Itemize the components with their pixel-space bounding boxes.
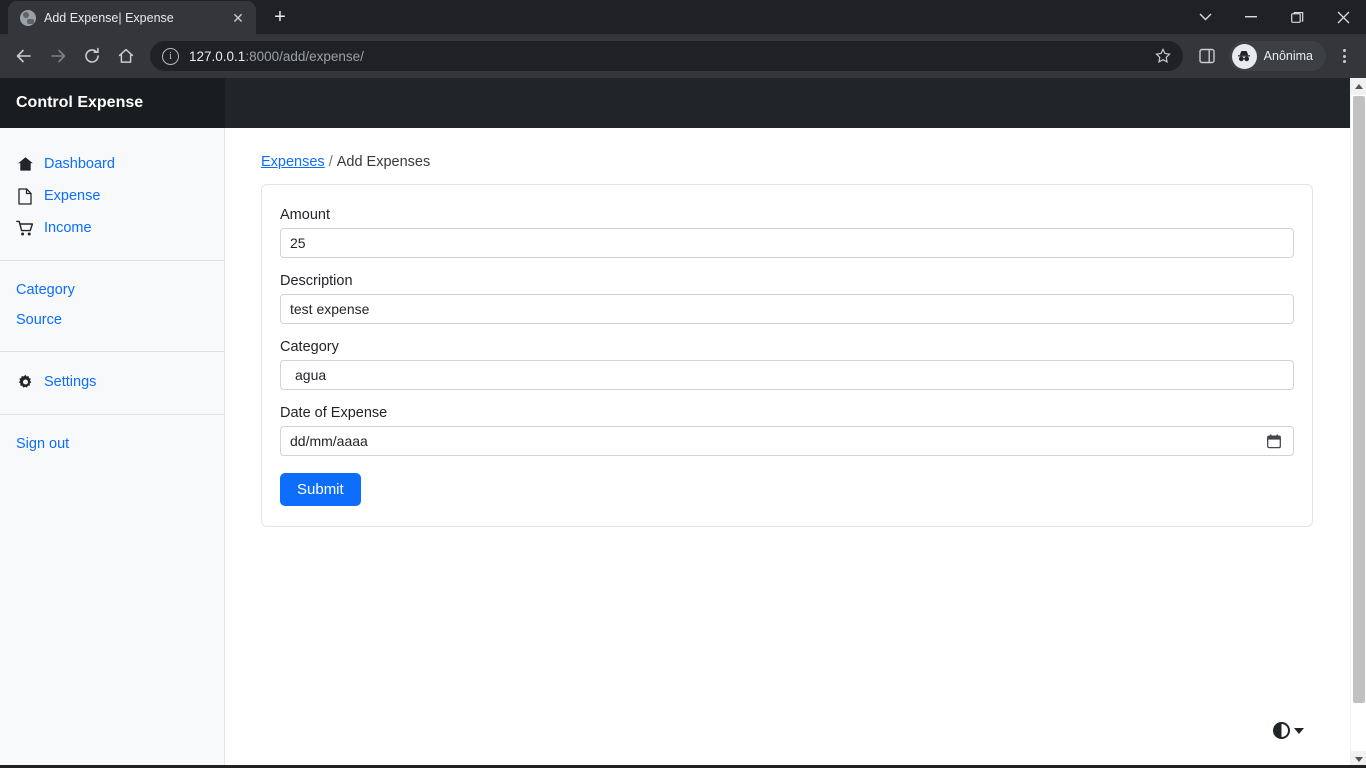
- incognito-icon: [1231, 43, 1257, 69]
- incognito-profile-button[interactable]: Anônima: [1228, 41, 1326, 71]
- home-icon[interactable]: [110, 40, 142, 72]
- sidebar-item-label: Expense: [44, 188, 101, 204]
- contrast-circle-icon[interactable]: [1273, 722, 1290, 739]
- field-amount: Amount 25: [280, 207, 1294, 258]
- side-panel-icon[interactable]: [1191, 40, 1223, 72]
- sidebar-item-dashboard[interactable]: Dashboard: [0, 148, 224, 180]
- submit-button[interactable]: Submit: [280, 473, 361, 506]
- address-bar[interactable]: i 127.0.0.1:8000/add/expense/: [150, 41, 1183, 71]
- amount-label: Amount: [280, 207, 330, 223]
- file-icon: [16, 187, 34, 205]
- tab-search-button[interactable]: [1182, 0, 1228, 34]
- field-date-of-expense: Date of Expense dd/mm/aaaa: [280, 405, 1294, 456]
- sidebar: Dashboard Expense Income Category Source…: [0, 128, 225, 765]
- arrow-left-icon[interactable]: [8, 40, 40, 72]
- field-category: Category agua: [280, 339, 1294, 390]
- minimize-button[interactable]: [1228, 0, 1274, 34]
- new-tab-button[interactable]: +: [266, 3, 294, 31]
- scrollbar-up-arrow[interactable]: [1351, 78, 1366, 95]
- browser-toolbar: i 127.0.0.1:8000/add/expense/ Anônima: [0, 34, 1366, 78]
- sidebar-item-income[interactable]: Income: [0, 212, 224, 244]
- breadcrumb: Expenses / Add Expenses: [261, 154, 1314, 170]
- sidebar-item-expense[interactable]: Expense: [0, 180, 224, 212]
- close-window-button[interactable]: [1320, 0, 1366, 34]
- main-content: Expenses / Add Expenses Amount 25 Descript…: [225, 128, 1350, 765]
- star-icon[interactable]: [1149, 42, 1177, 70]
- home-icon: [16, 155, 34, 173]
- theme-contrast-widget[interactable]: [1273, 722, 1304, 739]
- close-icon[interactable]: ✕: [228, 8, 248, 28]
- sidebar-item-label: Income: [44, 220, 92, 236]
- sidebar-item-label: Source: [16, 312, 62, 328]
- sidebar-item-label: Settings: [44, 374, 97, 390]
- globe-icon: [20, 9, 36, 26]
- date-placeholder-text: dd/mm/aaaa: [290, 433, 368, 449]
- sidebar-group-taxonomy: Category Source: [0, 260, 224, 351]
- category-select[interactable]: agua: [280, 360, 1294, 390]
- tab-strip: Add Expense| Expense ✕ +: [0, 0, 1366, 34]
- url-host: 127.0.0.1: [189, 48, 246, 64]
- description-label: Description: [280, 273, 353, 289]
- maximize-button[interactable]: [1274, 0, 1320, 34]
- window-controls: [1182, 0, 1366, 34]
- category-label: Category: [280, 339, 339, 355]
- sidebar-item-category[interactable]: Category: [0, 275, 224, 305]
- url-path: :8000/add/expense/: [245, 48, 364, 64]
- description-input[interactable]: test expense: [280, 294, 1294, 324]
- tab-title: Add Expense| Expense: [44, 10, 174, 25]
- app-header-empty-area: [225, 78, 1350, 128]
- sidebar-group-settings: Settings: [0, 351, 224, 414]
- app-header: Control Expense: [0, 78, 1350, 128]
- scrollbar-thumb[interactable]: [1353, 96, 1365, 703]
- add-expense-form-card: Amount 25 Description test expense Categ…: [261, 184, 1313, 527]
- gear-icon: [16, 373, 34, 391]
- calendar-icon[interactable]: [1267, 433, 1281, 449]
- sidebar-item-source[interactable]: Source: [0, 305, 224, 335]
- breadcrumb-link-expenses[interactable]: Expenses: [261, 154, 325, 170]
- app-brand-title: Control Expense: [0, 78, 225, 128]
- sidebar-item-settings[interactable]: Settings: [0, 366, 224, 398]
- page-viewport: Control Expense Dashboard Expense Income…: [0, 78, 1350, 765]
- app-body: Dashboard Expense Income Category Source…: [0, 128, 1350, 765]
- sidebar-item-sign-out[interactable]: Sign out: [0, 429, 224, 459]
- field-description: Description test expense: [280, 273, 1294, 324]
- page-scrollbar[interactable]: [1350, 78, 1366, 768]
- caret-down-icon[interactable]: [1294, 727, 1304, 734]
- breadcrumb-separator: /: [328, 154, 333, 170]
- date-of-expense-label: Date of Expense: [280, 405, 388, 421]
- arrow-right-icon[interactable]: [42, 40, 74, 72]
- shopping-cart-icon: [16, 219, 34, 237]
- url-text: 127.0.0.1:8000/add/expense/: [189, 49, 1139, 64]
- info-circle-icon[interactable]: i: [162, 47, 179, 65]
- sidebar-item-label: Sign out: [16, 436, 70, 452]
- three-dot-menu-icon[interactable]: [1330, 40, 1358, 72]
- browser-tab[interactable]: Add Expense| Expense ✕: [8, 1, 256, 34]
- incognito-label: Anônima: [1263, 49, 1313, 63]
- amount-input[interactable]: 25: [280, 228, 1294, 258]
- sidebar-group-main: Dashboard Expense Income: [0, 134, 224, 260]
- sidebar-item-label: Category: [16, 282, 75, 298]
- browser-window: Add Expense| Expense ✕ + i 127.0.0.1:800…: [0, 0, 1366, 768]
- date-of-expense-input[interactable]: dd/mm/aaaa: [280, 426, 1294, 456]
- reload-icon[interactable]: [76, 40, 108, 72]
- sidebar-item-label: Dashboard: [44, 156, 115, 172]
- sidebar-group-account: Sign out: [0, 414, 224, 475]
- breadcrumb-current: Add Expenses: [336, 154, 431, 170]
